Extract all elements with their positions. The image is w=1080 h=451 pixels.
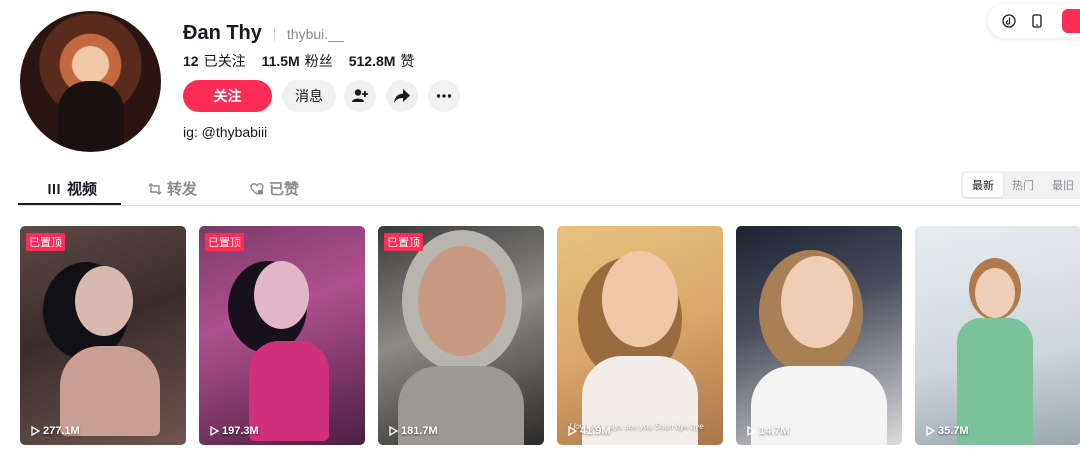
top-right-toolbar	[988, 4, 1080, 38]
more-button[interactable]	[428, 80, 460, 112]
likes-label: 赞	[400, 53, 415, 69]
followers-label: 粉丝	[304, 53, 333, 69]
play-icon	[389, 426, 398, 436]
upload-button[interactable]	[1062, 9, 1080, 33]
view-count: 197.3M	[210, 425, 259, 437]
view-count: 14.7M	[747, 425, 790, 437]
view-count-text: 41.9M	[580, 425, 611, 437]
view-count: 41.9M	[568, 425, 611, 437]
message-button[interactable]: 消息	[282, 80, 336, 112]
play-icon	[568, 426, 577, 436]
video-card[interactable]: I love you guys see you Soon bye bye 41.…	[557, 226, 723, 445]
likes-count: 512.8M	[348, 53, 396, 69]
repost-icon	[148, 182, 162, 196]
video-card[interactable]: 35.7M	[915, 226, 1080, 445]
view-count-text: 197.3M	[222, 425, 259, 437]
add-friend-button[interactable]	[344, 80, 376, 112]
active-tab-indicator	[18, 203, 121, 205]
tiktok-icon[interactable]	[1000, 12, 1018, 30]
profile-name-row: Đan Thy thybui.__	[183, 22, 344, 45]
profile-bio: ig: @thybabiii	[183, 124, 268, 140]
profile-tabs: 视频 转发 已赞	[18, 170, 1080, 206]
video-card[interactable]: 已置顶 277.1M	[20, 226, 186, 445]
heart-icon	[250, 182, 264, 196]
add-user-icon	[352, 89, 368, 102]
display-name: Đan Thy	[183, 22, 262, 44]
pinned-badge: 已置顶	[26, 233, 65, 251]
view-count: 181.7M	[389, 425, 438, 437]
follow-button[interactable]: 关注	[183, 80, 272, 112]
video-grid: 已置顶 277.1M 已置顶 197.3M 已置顶 181.7M I love …	[20, 226, 1080, 446]
following-count: 12	[183, 53, 199, 69]
play-icon	[747, 426, 756, 436]
view-count-text: 35.7M	[938, 425, 969, 437]
profile-avatar[interactable]	[20, 11, 161, 152]
tab-reposts[interactable]: 转发	[148, 178, 197, 199]
phone-icon[interactable]	[1028, 12, 1046, 30]
tab-liked[interactable]: 已赞	[250, 178, 299, 199]
tab-reposts-label: 转发	[167, 181, 198, 198]
pinned-badge: 已置顶	[205, 233, 244, 251]
following-label: 已关注	[203, 53, 246, 69]
profile-stats: 12 已关注 11.5M 粉丝 512.8M 赞	[183, 51, 430, 71]
video-card[interactable]: 已置顶 181.7M	[378, 226, 544, 445]
view-count-text: 14.7M	[759, 425, 790, 437]
tab-videos-label: 视频	[67, 181, 98, 198]
play-icon	[31, 426, 40, 436]
play-icon	[210, 426, 219, 436]
name-divider	[273, 26, 275, 41]
share-button[interactable]	[386, 80, 418, 112]
grid-icon	[48, 182, 62, 196]
tab-videos[interactable]: 视频	[48, 178, 97, 199]
view-count-text: 277.1M	[43, 425, 80, 437]
sort-toggle: 最新 热门 最旧	[961, 171, 1080, 199]
tab-liked-label: 已赞	[269, 181, 300, 198]
pinned-badge: 已置顶	[384, 233, 423, 251]
stat-followers[interactable]: 11.5M 粉丝	[262, 51, 333, 71]
video-card[interactable]: 已置顶 197.3M	[199, 226, 365, 445]
stat-following[interactable]: 12 已关注	[183, 51, 246, 71]
share-icon	[394, 89, 410, 103]
stat-likes: 512.8M 赞	[349, 51, 415, 71]
video-card[interactable]: 14.7M	[736, 226, 902, 445]
view-count-text: 181.7M	[401, 425, 438, 437]
username-handle: thybui.__	[286, 25, 344, 42]
sort-popular[interactable]: 热门	[1003, 173, 1043, 197]
view-count: 277.1M	[31, 425, 80, 437]
view-count: 35.7M	[926, 425, 969, 437]
sort-oldest[interactable]: 最旧	[1043, 173, 1080, 197]
play-icon	[926, 426, 935, 436]
more-icon	[436, 94, 452, 98]
sort-latest[interactable]: 最新	[963, 173, 1003, 197]
profile-actions: 关注 消息	[183, 80, 470, 112]
followers-count: 11.5M	[261, 53, 300, 69]
